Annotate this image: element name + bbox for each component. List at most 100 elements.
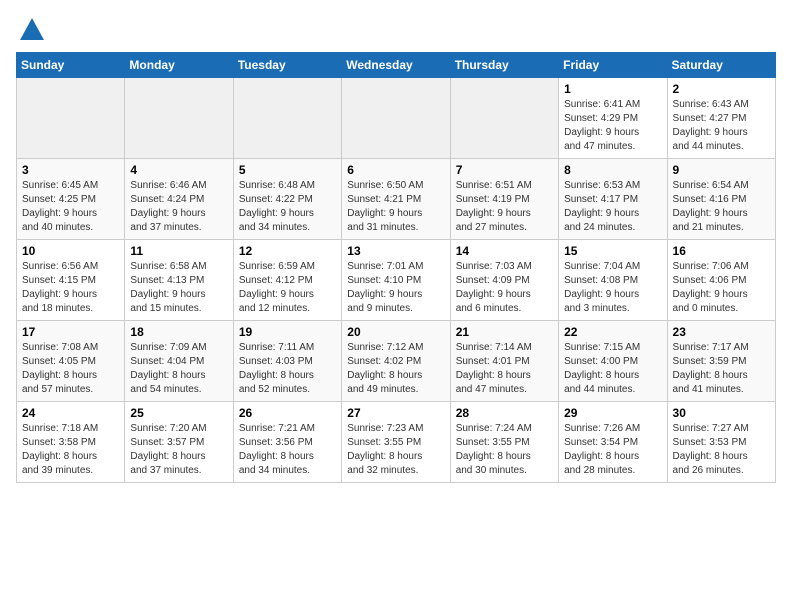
calendar-week-row: 24 Sunrise: 7:18 AMSunset: 3:58 PMDayligh… [17, 402, 776, 483]
calendar-day-cell [125, 78, 233, 159]
calendar-day-cell: 29 Sunrise: 7:26 AMSunset: 3:54 PMDayligh… [559, 402, 667, 483]
calendar-day-cell: 16 Sunrise: 7:06 AMSunset: 4:06 PMDayligh… [667, 240, 775, 321]
calendar-day-cell: 15 Sunrise: 7:04 AMSunset: 4:08 PMDayligh… [559, 240, 667, 321]
calendar-day-cell [342, 78, 450, 159]
calendar-day-cell: 22 Sunrise: 7:15 AMSunset: 4:00 PMDayligh… [559, 321, 667, 402]
calendar-day-cell: 26 Sunrise: 7:21 AMSunset: 3:56 PMDayligh… [233, 402, 341, 483]
day-info: Sunrise: 6:51 AMSunset: 4:19 PMDaylight:… [456, 179, 553, 235]
weekday-header-row: SundayMondayTuesdayWednesdayThursdayFrid… [17, 53, 776, 78]
day-number: 12 [239, 244, 336, 258]
calendar-day-cell: 8Sunrise: 6:53 AMSunset: 4:17 PMDaylight… [559, 159, 667, 240]
day-info: Sunrise: 6:58 AMSunset: 4:13 PMDaylight:… [130, 260, 227, 316]
weekday-header-friday: Friday [559, 53, 667, 78]
calendar-week-row: 17 Sunrise: 7:08 AMSunset: 4:05 PMDayligh… [17, 321, 776, 402]
day-number: 25 [130, 406, 227, 420]
calendar-day-cell: 3Sunrise: 6:45 AMSunset: 4:25 PMDaylight… [17, 159, 125, 240]
day-number: 29 [564, 406, 661, 420]
day-number: 17 [22, 325, 119, 339]
day-info: Sunrise: 6:53 AMSunset: 4:17 PMDaylight:… [564, 179, 661, 235]
logo [16, 16, 46, 44]
day-info: Sunrise: 7:12 AMSunset: 4:02 PMDaylight:… [347, 341, 444, 397]
day-number: 7 [456, 163, 553, 177]
day-number: 26 [239, 406, 336, 420]
day-info: Sunrise: 7:20 AMSunset: 3:57 PMDaylight:… [130, 422, 227, 478]
weekday-header-saturday: Saturday [667, 53, 775, 78]
day-number: 30 [673, 406, 770, 420]
calendar-week-row: 10Sunrise: 6:56 AMSunset: 4:15 PMDayligh… [17, 240, 776, 321]
day-number: 23 [673, 325, 770, 339]
day-info: Sunrise: 6:54 AMSunset: 4:16 PMDaylight:… [673, 179, 770, 235]
calendar-day-cell: 2Sunrise: 6:43 AMSunset: 4:27 PMDaylight… [667, 78, 775, 159]
day-info: Sunrise: 7:18 AMSunset: 3:58 PMDaylight:… [22, 422, 119, 478]
day-number: 21 [456, 325, 553, 339]
day-info: Sunrise: 7:23 AMSunset: 3:55 PMDaylight:… [347, 422, 444, 478]
day-number: 3 [22, 163, 119, 177]
day-number: 1 [564, 82, 661, 96]
calendar-table: SundayMondayTuesdayWednesdayThursdayFrid… [16, 52, 776, 483]
calendar-day-cell: 7 Sunrise: 6:51 AMSunset: 4:19 PMDaylight… [450, 159, 558, 240]
calendar-day-cell: 27 Sunrise: 7:23 AMSunset: 3:55 PMDayligh… [342, 402, 450, 483]
calendar-week-row: 3Sunrise: 6:45 AMSunset: 4:25 PMDaylight… [17, 159, 776, 240]
day-info: Sunrise: 7:11 AMSunset: 4:03 PMDaylight:… [239, 341, 336, 397]
weekday-header-wednesday: Wednesday [342, 53, 450, 78]
day-number: 15 [564, 244, 661, 258]
calendar-day-cell: 12 Sunrise: 6:59 AMSunset: 4:12 PMDayligh… [233, 240, 341, 321]
day-info: Sunrise: 7:03 AMSunset: 4:09 PMDaylight:… [456, 260, 553, 316]
weekday-header-sunday: Sunday [17, 53, 125, 78]
day-info: Sunrise: 7:04 AMSunset: 4:08 PMDaylight:… [564, 260, 661, 316]
calendar-day-cell: 21Sunrise: 7:14 AMSunset: 4:01 PMDayligh… [450, 321, 558, 402]
calendar-day-cell: 19Sunrise: 7:11 AMSunset: 4:03 PMDayligh… [233, 321, 341, 402]
day-number: 20 [347, 325, 444, 339]
calendar-day-cell: 23 Sunrise: 7:17 AMSunset: 3:59 PMDayligh… [667, 321, 775, 402]
day-number: 22 [564, 325, 661, 339]
day-info: Sunrise: 6:41 AMSunset: 4:29 PMDaylight:… [564, 98, 661, 154]
calendar-week-row: 1 Sunrise: 6:41 AMSunset: 4:29 PMDaylight… [17, 78, 776, 159]
day-number: 5 [239, 163, 336, 177]
weekday-header-monday: Monday [125, 53, 233, 78]
calendar-day-cell: 5 Sunrise: 6:48 AMSunset: 4:22 PMDaylight… [233, 159, 341, 240]
calendar-day-cell: 9 Sunrise: 6:54 AMSunset: 4:16 PMDaylight… [667, 159, 775, 240]
day-number: 2 [673, 82, 770, 96]
calendar-day-cell: 18 Sunrise: 7:09 AMSunset: 4:04 PMDayligh… [125, 321, 233, 402]
day-info: Sunrise: 7:06 AMSunset: 4:06 PMDaylight:… [673, 260, 770, 316]
day-info: Sunrise: 7:21 AMSunset: 3:56 PMDaylight:… [239, 422, 336, 478]
calendar-day-cell: 14 Sunrise: 7:03 AMSunset: 4:09 PMDayligh… [450, 240, 558, 321]
calendar-day-cell [450, 78, 558, 159]
day-number: 18 [130, 325, 227, 339]
day-number: 27 [347, 406, 444, 420]
day-number: 16 [673, 244, 770, 258]
calendar-day-cell: 25 Sunrise: 7:20 AMSunset: 3:57 PMDayligh… [125, 402, 233, 483]
day-number: 4 [130, 163, 227, 177]
header [16, 16, 776, 44]
calendar-day-cell [17, 78, 125, 159]
day-info: Sunrise: 7:08 AMSunset: 4:05 PMDaylight:… [22, 341, 119, 397]
day-info: Sunrise: 6:46 AMSunset: 4:24 PMDaylight:… [130, 179, 227, 235]
calendar-day-cell: 1 Sunrise: 6:41 AMSunset: 4:29 PMDaylight… [559, 78, 667, 159]
day-info: Sunrise: 6:50 AMSunset: 4:21 PMDaylight:… [347, 179, 444, 235]
day-info: Sunrise: 7:15 AMSunset: 4:00 PMDaylight:… [564, 341, 661, 397]
calendar-day-cell: 11 Sunrise: 6:58 AMSunset: 4:13 PMDayligh… [125, 240, 233, 321]
day-info: Sunrise: 7:26 AMSunset: 3:54 PMDaylight:… [564, 422, 661, 478]
day-info: Sunrise: 7:24 AMSunset: 3:55 PMDaylight:… [456, 422, 553, 478]
page-container: SundayMondayTuesdayWednesdayThursdayFrid… [16, 16, 776, 483]
calendar-day-cell: 13 Sunrise: 7:01 AMSunset: 4:10 PMDayligh… [342, 240, 450, 321]
day-number: 6 [347, 163, 444, 177]
day-info: Sunrise: 7:17 AMSunset: 3:59 PMDaylight:… [673, 341, 770, 397]
day-number: 24 [22, 406, 119, 420]
calendar-day-cell: 6 Sunrise: 6:50 AMSunset: 4:21 PMDaylight… [342, 159, 450, 240]
day-info: Sunrise: 7:01 AMSunset: 4:10 PMDaylight:… [347, 260, 444, 316]
calendar-day-cell: 4 Sunrise: 6:46 AMSunset: 4:24 PMDaylight… [125, 159, 233, 240]
day-info: Sunrise: 6:59 AMSunset: 4:12 PMDaylight:… [239, 260, 336, 316]
day-number: 9 [673, 163, 770, 177]
day-info: Sunrise: 6:48 AMSunset: 4:22 PMDaylight:… [239, 179, 336, 235]
logo-icon [18, 16, 46, 44]
day-number: 10 [22, 244, 119, 258]
weekday-header-tuesday: Tuesday [233, 53, 341, 78]
day-number: 14 [456, 244, 553, 258]
weekday-header-thursday: Thursday [450, 53, 558, 78]
day-number: 13 [347, 244, 444, 258]
day-info: Sunrise: 7:09 AMSunset: 4:04 PMDaylight:… [130, 341, 227, 397]
day-info: Sunrise: 7:27 AMSunset: 3:53 PMDaylight:… [673, 422, 770, 478]
calendar-day-cell: 30 Sunrise: 7:27 AMSunset: 3:53 PMDayligh… [667, 402, 775, 483]
day-number: 11 [130, 244, 227, 258]
